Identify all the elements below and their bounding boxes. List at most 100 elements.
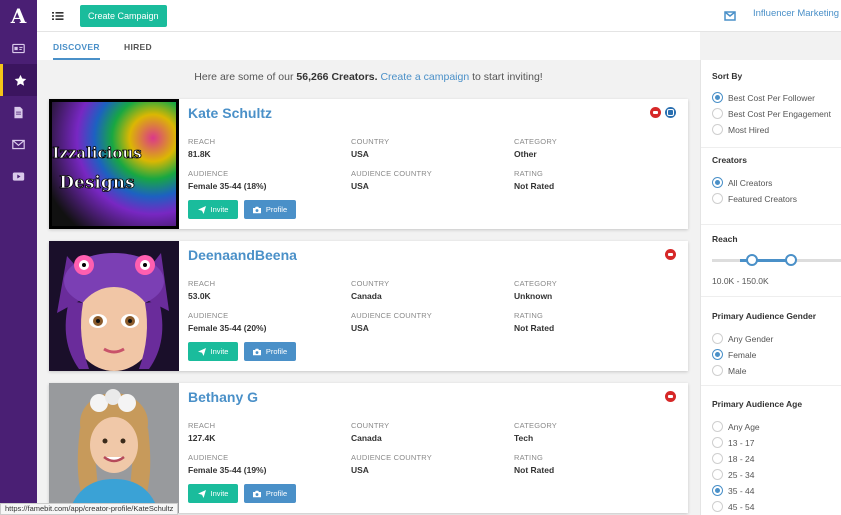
invite-button[interactable]: Invite — [188, 200, 238, 219]
photo-caption-2: Designs — [59, 173, 134, 193]
list-menu-icon[interactable] — [51, 9, 65, 23]
profile-button[interactable]: Profile — [244, 484, 296, 503]
radio[interactable] — [712, 108, 723, 119]
tab-hired[interactable]: HIRED — [124, 42, 152, 52]
send-icon — [197, 489, 206, 498]
instagram-icon[interactable] — [665, 107, 676, 118]
document-icon[interactable] — [0, 96, 37, 128]
youtube-icon[interactable] — [665, 391, 676, 402]
sort-by-section: Sort By Best Cost Per Follower Best Cost… — [701, 60, 841, 148]
mail-rail-icon[interactable] — [0, 128, 37, 160]
radio[interactable] — [712, 333, 723, 344]
radio[interactable] — [712, 124, 723, 135]
sort-most-hired[interactable]: Most Hired — [712, 124, 769, 135]
creators-featured[interactable]: Featured Creators — [712, 193, 797, 204]
invite-button[interactable]: Invite — [188, 342, 238, 361]
creators-title: Creators — [712, 155, 747, 165]
creator-photo[interactable]: Izzalicious Designs — [49, 99, 179, 229]
gender-section: Primary Audience Gender Any Gender Femal… — [701, 296, 841, 386]
rating-label: RATING — [514, 311, 543, 320]
age-45-54[interactable]: 45 - 54 — [712, 501, 754, 512]
video-icon[interactable] — [0, 160, 37, 192]
id-card-icon[interactable] — [0, 32, 37, 64]
gender-male[interactable]: Male — [712, 365, 746, 376]
audience-country-label: AUDIENCE COUNTRY — [351, 453, 432, 462]
age-title: Primary Audience Age — [712, 399, 803, 409]
rating-value: Not Rated — [514, 465, 555, 475]
age-18-24[interactable]: 18 - 24 — [712, 453, 754, 464]
age-any[interactable]: Any Age — [712, 421, 760, 432]
profile-button[interactable]: Profile — [244, 200, 296, 219]
invite-button[interactable]: Invite — [188, 484, 238, 503]
age-25-34[interactable]: 25 - 34 — [712, 469, 754, 480]
tab-bar: DISCOVER HIRED — [37, 32, 700, 60]
rating-label: RATING — [514, 453, 543, 462]
gender-any[interactable]: Any Gender — [712, 333, 773, 344]
filter-panel: Sort By Best Cost Per Follower Best Cost… — [700, 60, 841, 515]
age-13-17[interactable]: 13 - 17 — [712, 437, 754, 448]
radio[interactable] — [712, 193, 723, 204]
radio[interactable] — [712, 365, 723, 376]
audience-country-value: USA — [351, 181, 369, 191]
creator-photo[interactable] — [49, 241, 179, 371]
reach-slider-min-handle[interactable] — [746, 254, 758, 266]
radio-selected[interactable] — [712, 177, 723, 188]
profile-button[interactable]: Profile — [244, 342, 296, 361]
audience-country-label: AUDIENCE COUNTRY — [351, 169, 432, 178]
category-label: CATEGORY — [514, 279, 557, 288]
sort-best-cost-engagement[interactable]: Best Cost Per Engagement — [712, 108, 831, 119]
country-label: COUNTRY — [351, 279, 390, 288]
country-label: COUNTRY — [351, 421, 390, 430]
photo-caption-1: Izzalicious — [52, 144, 141, 162]
creator-name[interactable]: DeenaandBeena — [188, 247, 297, 263]
brand-link[interactable]: Influencer Marketing for — [753, 8, 841, 19]
radio[interactable] — [712, 421, 723, 432]
social-links — [665, 391, 676, 402]
send-icon — [197, 347, 206, 356]
radio[interactable] — [712, 469, 723, 480]
creator-card: Bethany G REACH 127.4K COUNTRY Canada CA… — [49, 383, 688, 513]
radio-selected[interactable] — [712, 92, 723, 103]
creator-count: 56,266 Creators. — [296, 71, 378, 83]
rating-label: RATING — [514, 169, 543, 178]
creator-photo[interactable] — [49, 383, 179, 513]
radio-selected[interactable] — [712, 485, 723, 496]
app-logo[interactable]: A — [0, 0, 37, 32]
category-value: Other — [514, 149, 537, 159]
country-value: USA — [351, 149, 369, 159]
tab-discover[interactable]: DISCOVER — [53, 42, 100, 60]
audience-value: Female 35-44 (18%) — [188, 181, 267, 191]
radio[interactable] — [712, 453, 723, 464]
sort-best-cost-follower[interactable]: Best Cost Per Follower — [712, 92, 815, 103]
top-bar: Create Campaign Influencer Marketing for — [37, 0, 841, 32]
camera-icon — [252, 348, 261, 355]
reach-slider-max-handle[interactable] — [785, 254, 797, 266]
mail-icon[interactable] — [724, 9, 736, 21]
audience-label: AUDIENCE — [188, 169, 229, 178]
radio[interactable] — [712, 437, 723, 448]
creator-name[interactable]: Kate Schultz — [188, 105, 272, 121]
age-35-44[interactable]: 35 - 44 — [712, 485, 754, 496]
creators-all[interactable]: All Creators — [712, 177, 772, 188]
create-campaign-button[interactable]: Create Campaign — [80, 5, 167, 27]
sort-by-title: Sort By — [712, 71, 743, 81]
radio[interactable] — [712, 501, 723, 512]
social-links — [650, 107, 676, 118]
rating-value: Not Rated — [514, 181, 555, 191]
send-icon — [197, 205, 206, 214]
create-campaign-link[interactable]: Create a campaign — [380, 71, 469, 83]
audience-value: Female 35-44 (20%) — [188, 323, 267, 333]
gender-female[interactable]: Female — [712, 349, 756, 360]
audience-country-value: USA — [351, 323, 369, 333]
reach-label: REACH — [188, 279, 216, 288]
reach-title: Reach — [712, 234, 738, 244]
category-label: CATEGORY — [514, 137, 557, 146]
star-icon[interactable] — [0, 64, 37, 96]
radio-selected[interactable] — [712, 349, 723, 360]
youtube-icon[interactable] — [650, 107, 661, 118]
category-label: CATEGORY — [514, 421, 557, 430]
age-section: Primary Audience Age Any Age 13 - 17 18 … — [701, 386, 841, 515]
creator-name[interactable]: Bethany G — [188, 389, 258, 405]
youtube-icon[interactable] — [665, 249, 676, 260]
creator-card: DeenaandBeena REACH 53.0K COUNTRY Canada… — [49, 241, 688, 371]
